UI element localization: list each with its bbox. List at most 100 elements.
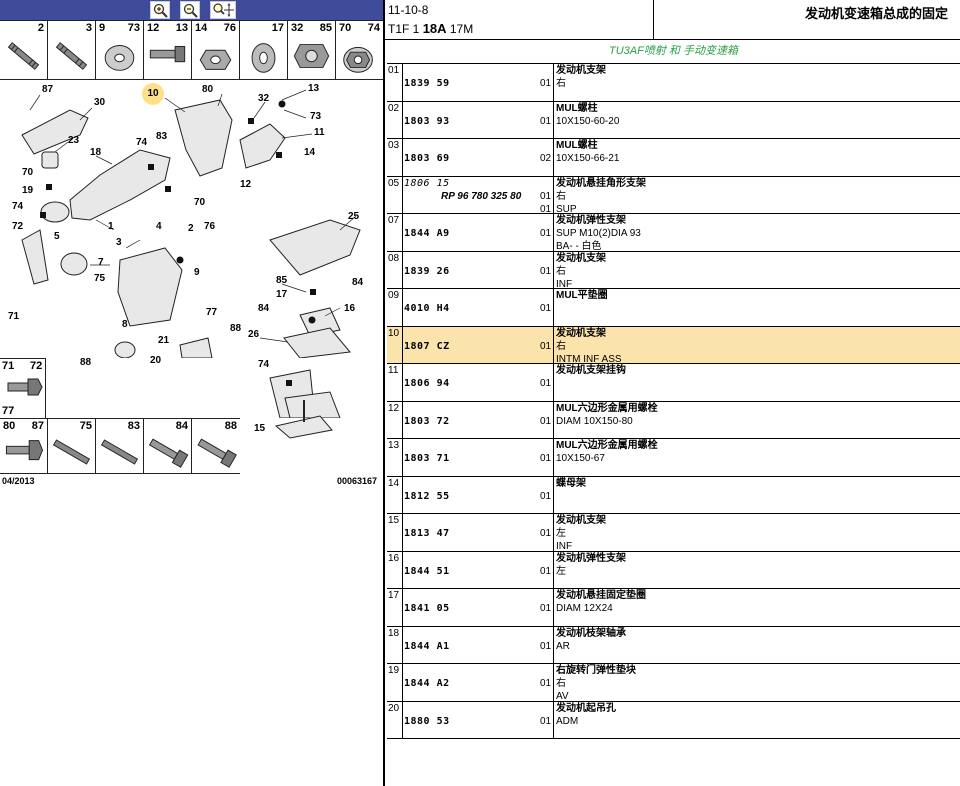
description-cell: MUL螺柱 10X150-66-21 <box>553 139 960 176</box>
callout-label[interactable]: 1 <box>108 222 114 232</box>
thumb-part[interactable]: 12 13 <box>144 21 192 79</box>
thumb-part[interactable]: 88 <box>192 419 240 473</box>
table-row[interactable]: 15 1813 47 01 发动机支架左 INF <box>387 513 960 552</box>
callout-label[interactable]: 8 <box>122 320 128 330</box>
part-number[interactable]: 1839 26 <box>404 266 450 277</box>
callout-label[interactable]: 84 <box>352 278 363 288</box>
part-number[interactable]: 1841 05 <box>404 603 450 614</box>
callout-label[interactable]: 11 <box>314 128 325 138</box>
callout-label[interactable]: 73 <box>310 112 321 122</box>
callout-label[interactable]: 19 <box>22 186 33 196</box>
callout-label[interactable]: 32 <box>258 94 269 104</box>
callout-label[interactable]: 75 <box>94 274 105 284</box>
callout-label[interactable]: 77 <box>206 308 217 318</box>
table-row[interactable]: 19 1844 A2 01 右旋转门弹性垫块右 AV <box>387 663 960 702</box>
part-number[interactable]: 1807 CZ <box>404 341 450 352</box>
table-row[interactable]: 14 1812 55 01 蝶母架 <box>387 475 960 514</box>
zoom-out-button[interactable] <box>180 1 200 19</box>
thumb-part-bolt-box[interactable]: 71 72 77 <box>0 358 46 418</box>
table-row[interactable]: 20 1880 53 01 发动机起吊孔 ADM <box>387 700 960 739</box>
callout-label[interactable]: 72 <box>12 222 23 232</box>
callout-label[interactable]: 30 <box>94 98 105 108</box>
table-row[interactable]: 18 1844 A1 01 发动机枝架轴承 AR <box>387 625 960 664</box>
part-number[interactable]: 1844 A1 <box>404 641 450 652</box>
callout-label[interactable]: 25 <box>348 212 359 222</box>
table-row[interactable]: 11 1806 94 01 发动机支架挂钩 <box>387 363 960 402</box>
callout-label[interactable]: 2 <box>188 224 194 234</box>
part-number[interactable]: 1803 72 <box>404 416 450 427</box>
callout-label[interactable]: 88 <box>80 358 91 368</box>
thumb-part[interactable]: 80 87 <box>0 419 48 473</box>
table-row[interactable]: 01 1839 59 01 发动机支架右 <box>387 63 960 102</box>
thumb-part[interactable]: 83 <box>96 419 144 473</box>
callout-label[interactable]: 70 <box>194 198 205 208</box>
diagram-drawing <box>21 89 361 358</box>
part-number[interactable]: 1844 A2 <box>404 678 450 689</box>
part-number[interactable]: 1880 53 <box>404 716 450 727</box>
description-title: 右旋转门弹性垫块 <box>556 665 636 676</box>
callout-label[interactable]: 70 <box>22 168 33 178</box>
part-number[interactable]: 1803 69 <box>404 153 450 164</box>
thumb-part[interactable]: 2 <box>0 21 48 79</box>
callout-label[interactable]: 87 <box>42 85 53 95</box>
callout-label[interactable]: 85 <box>276 276 287 286</box>
part-number[interactable]: 1803 93 <box>404 116 450 127</box>
callout-label[interactable]: 71 <box>8 312 19 322</box>
callout-label[interactable]: 26 <box>248 330 259 340</box>
callout-label[interactable]: 5 <box>54 232 60 242</box>
part-number[interactable]: 1844 51 <box>404 566 450 577</box>
table-row[interactable]: 17 1841 05 01 发动机悬挂固定垫圈 DIAM 12X24 <box>387 588 960 627</box>
zoom-pan-button[interactable] <box>210 1 236 19</box>
callout-label[interactable]: 80 <box>202 85 213 95</box>
callout-label[interactable]: 18 <box>90 148 101 158</box>
zoom-in-button[interactable] <box>150 1 170 19</box>
part-number[interactable]: 1803 71 <box>404 453 450 464</box>
thumb-part[interactable]: 84 <box>144 419 192 473</box>
thumb-part[interactable]: 70 74 <box>336 21 383 79</box>
callout-label[interactable]: 23 <box>68 136 79 146</box>
table-row-selected[interactable]: 10 1807 CZ 01 发动机支架右 INTM INF ASS <box>387 325 960 365</box>
callout-label[interactable]: 9 <box>194 268 200 278</box>
table-row[interactable]: 12 1803 72 01 MUL六边形金属用螺栓 DIAM 10X150-80 <box>387 400 960 439</box>
callout-label[interactable]: 16 <box>344 304 355 314</box>
table-row[interactable]: 07 1844 A9 01 发动机弹性支架 SUP M10(2)DIA 93 BA- - … <box>387 213 960 252</box>
thumb-part[interactable]: 9 73 <box>96 21 144 79</box>
part-number[interactable]: 1839 59 <box>404 78 450 89</box>
thumb-part[interactable]: 3 <box>48 21 96 79</box>
part-number[interactable]: 1806 15 <box>404 178 450 189</box>
thumb-part[interactable]: 32 85 <box>288 21 336 79</box>
part-number[interactable]: 1806 94 <box>404 378 450 389</box>
callout-label[interactable]: 76 <box>204 222 215 232</box>
callout-label[interactable]: 15 <box>254 424 265 434</box>
thumb-part[interactable]: 75 <box>48 419 96 473</box>
callout-label[interactable]: 84 <box>258 304 269 314</box>
table-row[interactable]: 08 1839 26 01 发动机支架右 INF <box>387 250 960 290</box>
callout-label[interactable]: 74 <box>12 202 23 212</box>
callout-label-highlighted[interactable]: 10 <box>142 83 164 105</box>
table-row[interactable]: 03 1803 69 02 MUL螺柱 10X150-66-21 <box>387 138 960 177</box>
table-row[interactable]: 13 1803 71 01 MUL六边形金属用螺栓 10X150-67 <box>387 438 960 477</box>
callout-label[interactable]: 17 <box>276 290 287 300</box>
part-number[interactable]: 4010 H4 <box>404 303 450 314</box>
part-number[interactable]: 1813 47 <box>404 528 450 539</box>
callout-label[interactable]: 4 <box>156 222 162 232</box>
table-row[interactable]: 09 4010 H4 01 MUL平垫圈 <box>387 288 960 327</box>
callout-label[interactable]: 13 <box>308 84 319 94</box>
thumb-part[interactable]: 14 76 <box>192 21 240 79</box>
table-row[interactable]: 16 1844 51 01 发动机弹性支架左 <box>387 550 960 589</box>
callout-label[interactable]: 7 <box>98 258 104 268</box>
table-row[interactable]: 02 1803 93 01 MUL螺柱 10X150-60-20 <box>387 100 960 139</box>
row-index: 14 <box>387 476 403 513</box>
callout-label[interactable]: 88 <box>230 324 241 334</box>
part-number[interactable]: 1812 55 <box>404 491 450 502</box>
thumb-part[interactable]: 17 <box>240 21 288 79</box>
callout-label[interactable]: 14 <box>304 148 315 158</box>
description-cell: 发动机悬挂角形支架右 SUP <box>553 176 960 215</box>
table-row[interactable]: 05 1806 15 RP 96 780 325 80 01 01 发动机悬挂角形支架右 S… <box>387 175 960 215</box>
callout-label[interactable]: 74 <box>136 138 147 148</box>
callout-label[interactable]: 12 <box>240 180 251 190</box>
callout-label[interactable]: 3 <box>116 238 122 248</box>
callout-label[interactable]: 21 <box>158 336 169 346</box>
callout-label[interactable]: 83 <box>156 132 167 142</box>
part-number[interactable]: 1844 A9 <box>404 228 450 239</box>
